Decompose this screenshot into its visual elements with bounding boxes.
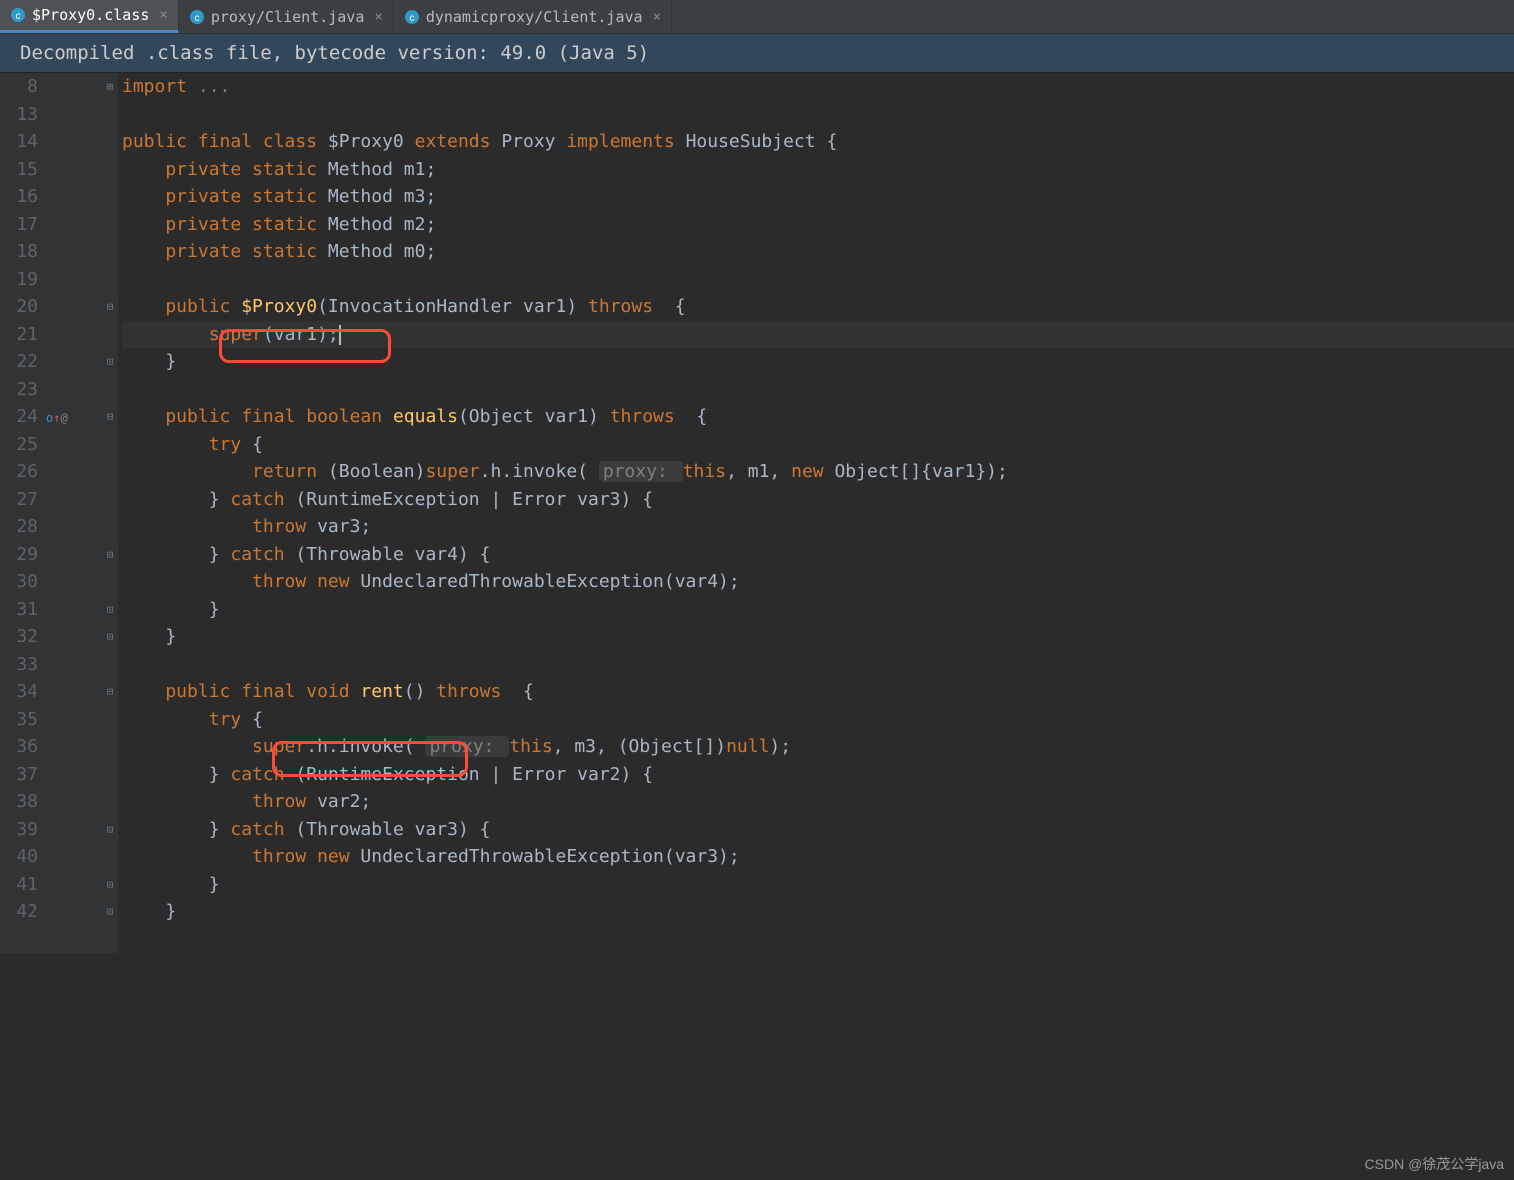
code-editor[interactable]: 8131415161718192021222324252627282930313… xyxy=(0,73,1514,953)
editor-tabs: c $Proxy0.class × c proxy/Client.java × … xyxy=(0,0,1514,34)
tab-proxy-client[interactable]: c proxy/Client.java × xyxy=(179,0,394,33)
code-line[interactable]: public final class $Proxy0 extends Proxy… xyxy=(122,128,1514,156)
fold-icon[interactable]: ⊟ xyxy=(102,293,118,321)
code-line[interactable]: private static Method m0; xyxy=(122,238,1514,266)
fold-icon[interactable]: ⊟ xyxy=(102,403,118,431)
code-line[interactable]: throw var2; xyxy=(122,788,1514,816)
svg-text:c: c xyxy=(409,13,414,24)
code-line[interactable]: private static Method m1; xyxy=(122,156,1514,184)
fold-icon[interactable]: ⊡ xyxy=(102,596,118,624)
code-line[interactable]: } catch (Throwable var4) { xyxy=(122,541,1514,569)
code-line[interactable]: } catch (RuntimeException | Error var2) … xyxy=(122,761,1514,789)
override-gutter-icon[interactable]: o↑ @ xyxy=(46,403,102,431)
code-line[interactable]: try { xyxy=(122,431,1514,459)
tab-proxy0-class[interactable]: c $Proxy0.class × xyxy=(0,0,179,33)
svg-text:c: c xyxy=(194,13,199,24)
code-line[interactable]: public final boolean equals(Object var1)… xyxy=(122,403,1514,431)
tab-label: proxy/Client.java xyxy=(211,8,365,26)
code-line[interactable]: } xyxy=(122,348,1514,376)
code-area[interactable]: import ... public final class $Proxy0 ext… xyxy=(118,73,1514,953)
code-line[interactable] xyxy=(122,266,1514,294)
fold-icon[interactable]: ⊡ xyxy=(102,816,118,844)
code-line[interactable]: } xyxy=(122,623,1514,651)
code-line[interactable]: public $Proxy0(InvocationHandler var1) t… xyxy=(122,293,1514,321)
gutter-marks: o↑ @ xyxy=(46,73,102,953)
code-line[interactable]: private static Method m2; xyxy=(122,211,1514,239)
code-line[interactable]: public final void rent() throws { xyxy=(122,678,1514,706)
java-file-icon: c xyxy=(189,9,205,25)
code-line[interactable]: } catch (RuntimeException | Error var3) … xyxy=(122,486,1514,514)
fold-icon[interactable]: ⊡ xyxy=(102,871,118,899)
code-line[interactable]: super.h.invoke( proxy: this, m3, (Object… xyxy=(122,733,1514,761)
fold-icon[interactable]: ⊡ xyxy=(102,541,118,569)
close-icon[interactable]: × xyxy=(370,9,382,25)
fold-gutter[interactable]: ⊞⊟⊡⊟⊡⊡⊡⊟⊡⊡⊡ xyxy=(102,73,118,953)
close-icon[interactable]: × xyxy=(649,9,661,25)
decompiled-banner: Decompiled .class file, bytecode version… xyxy=(0,34,1514,73)
code-line[interactable]: } catch (Throwable var3) { xyxy=(122,816,1514,844)
watermark: CSDN @徐茂公学java xyxy=(1365,1154,1504,1174)
code-line[interactable]: throw var3; xyxy=(122,513,1514,541)
tab-dynamicproxy-client[interactable]: c dynamicproxy/Client.java × xyxy=(394,0,672,33)
code-line[interactable] xyxy=(122,101,1514,129)
line-number-gutter: 8131415161718192021222324252627282930313… xyxy=(0,73,46,953)
java-file-icon: c xyxy=(404,9,420,25)
code-line[interactable]: private static Method m3; xyxy=(122,183,1514,211)
fold-icon[interactable]: ⊞ xyxy=(102,73,118,101)
tab-label: $Proxy0.class xyxy=(32,6,149,24)
class-file-icon: c xyxy=(10,7,26,23)
close-icon[interactable]: × xyxy=(155,7,167,23)
code-line[interactable] xyxy=(122,376,1514,404)
code-line[interactable]: } xyxy=(122,898,1514,926)
code-line[interactable]: import ... xyxy=(122,73,1514,101)
fold-icon[interactable]: ⊡ xyxy=(102,623,118,651)
code-line[interactable]: super(var1); xyxy=(122,321,1514,349)
tab-label: dynamicproxy/Client.java xyxy=(426,8,643,26)
code-line[interactable] xyxy=(122,651,1514,679)
code-line[interactable]: throw new UndeclaredThrowableException(v… xyxy=(122,568,1514,596)
code-line[interactable]: } xyxy=(122,871,1514,899)
fold-icon[interactable]: ⊟ xyxy=(102,678,118,706)
code-line[interactable]: return (Boolean)super.h.invoke( proxy: t… xyxy=(122,458,1514,486)
code-line[interactable] xyxy=(122,926,1514,954)
svg-text:c: c xyxy=(16,11,21,22)
code-line[interactable]: try { xyxy=(122,706,1514,734)
code-line[interactable]: } xyxy=(122,596,1514,624)
fold-icon[interactable]: ⊡ xyxy=(102,898,118,926)
fold-icon[interactable]: ⊡ xyxy=(102,348,118,376)
code-line[interactable]: throw new UndeclaredThrowableException(v… xyxy=(122,843,1514,871)
